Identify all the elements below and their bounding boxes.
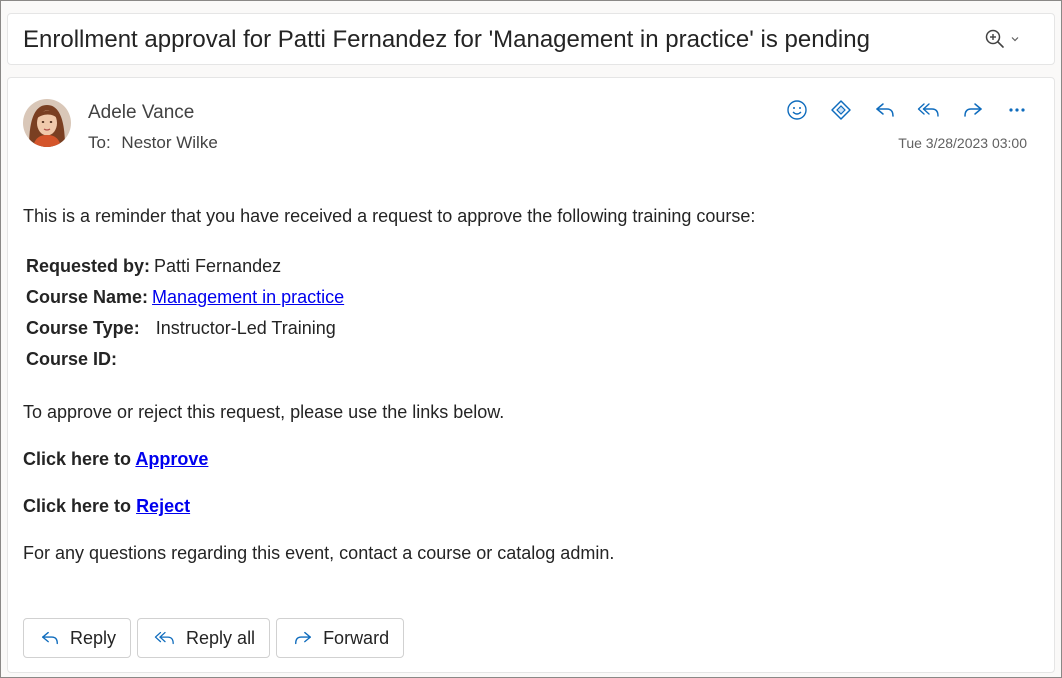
reply-all-icon <box>917 103 939 117</box>
zoom-button[interactable] <box>984 26 1028 52</box>
avatar[interactable] <box>23 99 71 147</box>
reply-button[interactable] <box>868 96 902 124</box>
reply-icon <box>876 103 894 117</box>
reading-pane: Enrollment approval for Patti Fernandez … <box>0 0 1062 678</box>
smiley-icon <box>787 100 807 120</box>
more-actions-button[interactable] <box>1000 96 1034 124</box>
forward-icon <box>964 103 982 117</box>
to-label: To: <box>88 133 111 152</box>
reject-line: Click here to Reject <box>23 494 190 518</box>
footer-forward-label: Forward <box>323 627 390 648</box>
requested-by-value: Patti Fernandez <box>154 256 282 276</box>
footer-reply-label: Reply <box>70 627 117 648</box>
loop-icon <box>831 100 851 120</box>
detail-row-course-id: Course ID: <box>26 347 344 378</box>
requested-by-label: Requested by: <box>26 256 151 276</box>
detail-row-course-name: Course Name: Management in practice <box>26 285 344 316</box>
footer-actions: Reply Reply all Forward <box>23 618 405 658</box>
approve-line: Click here to Approve <box>23 447 208 471</box>
message-card: Adele Vance To: Nestor Wilke Tue 3/28/20… <box>7 77 1055 673</box>
subject-bar: Enrollment approval for Patti Fernandez … <box>7 13 1055 65</box>
detail-row-requested-by: Requested by: Patti Fernandez <box>26 254 344 285</box>
reply-all-icon <box>154 631 174 645</box>
footer-forward-button[interactable]: Forward <box>276 618 405 658</box>
forward-button[interactable] <box>956 96 990 124</box>
reply-icon <box>42 631 58 645</box>
sender-name[interactable]: Adele Vance <box>88 102 194 124</box>
forward-icon <box>295 631 312 645</box>
course-type-label: Course Type: <box>26 318 140 338</box>
footer-reply-all-button[interactable]: Reply all <box>137 618 271 658</box>
course-id-label: Course ID: <box>26 349 118 369</box>
course-name-link[interactable]: Management in practice <box>152 285 344 316</box>
recipient-line: To: Nestor Wilke <box>88 133 218 153</box>
reply-all-button[interactable] <box>912 96 946 124</box>
course-name-label: Course Name: <box>26 287 149 307</box>
zoom-in-icon <box>985 29 1004 48</box>
reject-prefix: Click here to <box>23 496 132 516</box>
react-button[interactable] <box>780 96 814 124</box>
message-date: Tue 3/28/2023 03:00 <box>898 135 1027 151</box>
recipient-name[interactable]: Nestor Wilke <box>121 133 217 152</box>
detail-row-course-type: Course Type: Instructor-Led Training <box>26 316 344 347</box>
message-actions <box>780 96 1034 124</box>
footer-reply-button[interactable]: Reply <box>23 618 132 658</box>
intro-text: This is a reminder that you have receive… <box>23 206 756 226</box>
course-type-value: Instructor-Led Training <box>155 318 336 338</box>
more-icon <box>1009 108 1025 112</box>
course-details: Requested by: Patti Fernandez Course Nam… <box>26 254 344 378</box>
footer-note: For any questions regarding this event, … <box>23 543 615 563</box>
approve-link[interactable]: Approve <box>135 449 208 469</box>
email-subject: Enrollment approval for Patti Fernandez … <box>23 26 870 53</box>
instructions-text: To approve or reject this request, pleas… <box>23 402 505 422</box>
reject-link[interactable]: Reject <box>136 496 190 516</box>
approve-prefix: Click here to <box>23 449 132 469</box>
loop-button[interactable] <box>824 96 858 124</box>
footer-reply-all-label: Reply all <box>186 627 256 648</box>
chevron-down-icon <box>1011 37 1019 42</box>
